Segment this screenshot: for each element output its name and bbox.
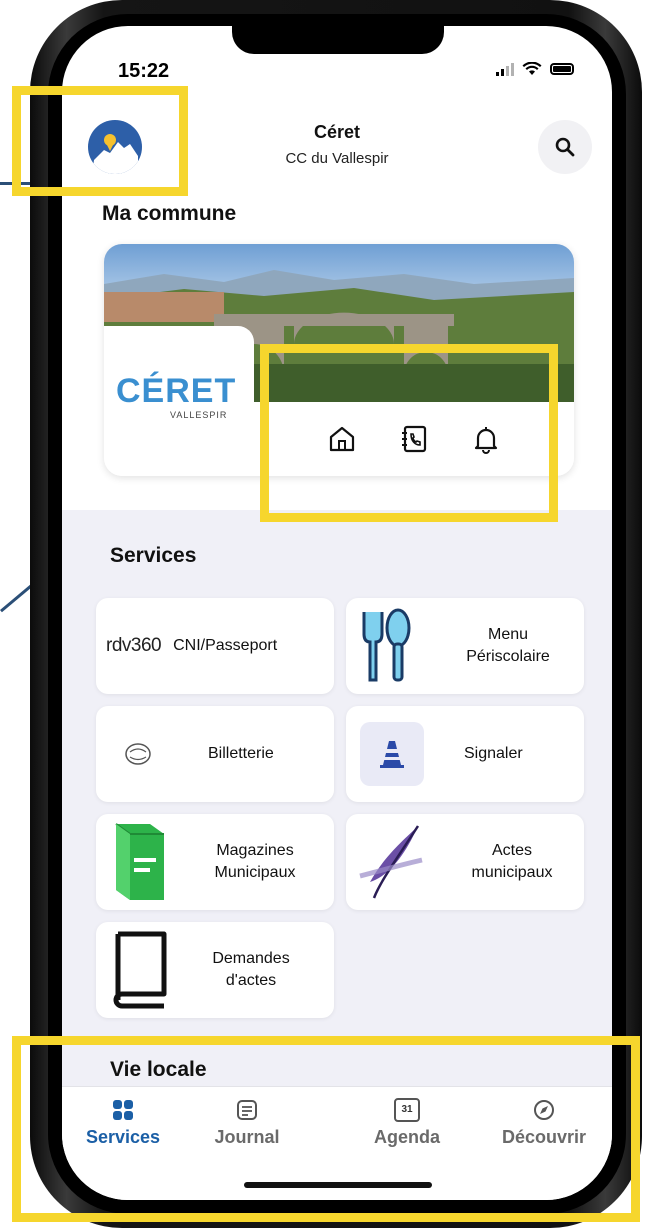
service-tile-label: Actes municipaux	[471, 842, 553, 881]
section-title-services: Services	[110, 544, 197, 567]
service-tile-label: CNI/Passeport	[173, 637, 278, 655]
status-time: 15:22	[118, 60, 170, 82]
service-tile-cni-passeport[interactable]: rdv360 CNI/Passeport	[96, 598, 334, 694]
search-icon	[555, 137, 575, 157]
magazine-icon	[115, 823, 164, 900]
service-tile-label: Billetterie	[208, 745, 274, 763]
highlight-quick-actions	[260, 344, 558, 522]
search-button[interactable]	[538, 120, 592, 174]
cone-icon	[380, 741, 404, 768]
service-tile-actes-municipaux[interactable]: Actes municipaux	[346, 814, 584, 910]
service-tile-demandes-actes[interactable]: Demandes d'actes	[96, 922, 334, 1018]
service-tile-magazines[interactable]: Magazines Municipaux	[96, 814, 334, 910]
service-tile-label: Menu Périscolaire	[466, 626, 550, 665]
commune-logo-subtext: VALLESPIR	[170, 410, 228, 420]
service-tile-menu-periscolaire[interactable]: Menu Périscolaire	[346, 598, 584, 694]
notch	[232, 26, 444, 54]
phone-screen: 15:22 Céret CC du Vallespir Ma commune C…	[62, 26, 612, 1200]
service-tile-label: Signaler	[464, 745, 523, 763]
commune-logo: CÉRET VALLESPIR	[104, 326, 254, 476]
section-title-commune: Ma commune	[102, 202, 237, 225]
battery-icon	[550, 63, 574, 75]
billetterie-logo	[125, 743, 151, 765]
rdv360-logo: rdv360	[106, 635, 162, 656]
status-icons	[496, 62, 574, 76]
wifi-icon	[522, 62, 542, 75]
book-icon	[113, 931, 167, 1009]
service-tile-signaler[interactable]: Signaler	[346, 706, 584, 802]
service-tile-label: Magazines Municipaux	[214, 842, 296, 881]
cone-icon-bg	[360, 722, 424, 786]
highlight-bottom-nav	[12, 1036, 640, 1222]
service-tile-label: Demandes d'actes	[212, 950, 290, 989]
quill-icon	[359, 825, 423, 899]
highlight-app-logo	[12, 86, 188, 196]
cutlery-icon	[362, 608, 411, 682]
signal-icon	[496, 62, 514, 76]
services-section: Services rdv360 CNI/Passeport Menu Péris…	[62, 510, 612, 1110]
service-tile-billetterie[interactable]: Billetterie	[96, 706, 334, 802]
commune-logo-text: CÉRET	[116, 372, 237, 410]
